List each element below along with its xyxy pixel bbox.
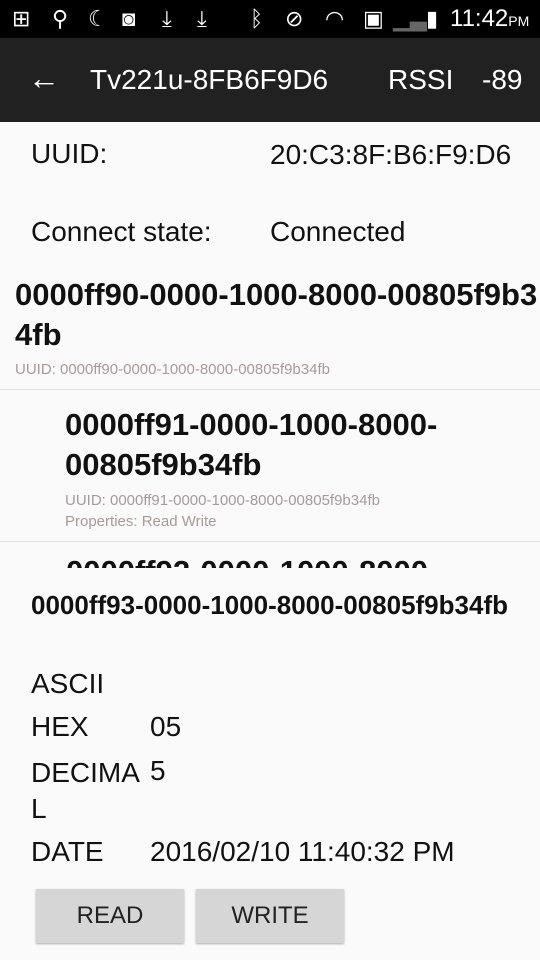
- clock: 11:42PM: [450, 5, 530, 32]
- bluetooth-icon: ᛒ: [250, 6, 264, 31]
- rssi-value: -89: [482, 64, 523, 95]
- connect-state-label: Connect state:: [31, 216, 212, 247]
- service-title: 0000ff90-0000-1000-8000-00805f9b34fb: [15, 277, 538, 352]
- decimal-value: 5: [150, 755, 166, 786]
- characteristic-uuid: UUID: 0000ff91-0000-1000-8000-00805f9b34…: [65, 492, 380, 509]
- toolbar: ← Tv221u-8FB6F9D6 RSSI -89: [0, 38, 540, 122]
- connect-state-value: Connected: [270, 216, 406, 247]
- decimal-label: DECIMAL: [31, 757, 140, 824]
- write-button[interactable]: WRITE: [196, 889, 344, 943]
- moon-icon: ☾: [88, 6, 108, 31]
- download-icon: ⤓: [197, 6, 207, 31]
- sim-icon: ▣: [363, 6, 384, 31]
- wifi-icon: ◠: [325, 6, 345, 31]
- battery-icon: ▮: [426, 6, 439, 31]
- characteristic-title: 0000ff92-0000-1000-8000: [66, 556, 536, 568]
- characteristic-title: 0000ff91-0000-1000-8000-00805f9b34fb: [65, 407, 438, 482]
- camera-icon: ◙: [122, 6, 136, 31]
- detail-title: 0000ff93-0000-1000-8000-00805f9b34fb: [31, 590, 508, 620]
- characteristic-properties: Properties: Read Write: [65, 513, 217, 530]
- mute-icon: ⊘: [285, 6, 304, 31]
- download-icon: ⤓: [162, 6, 172, 31]
- divider: [0, 389, 540, 390]
- date-value: 2016/02/10 11:40:32 PM: [150, 836, 455, 867]
- divider: [0, 541, 540, 542]
- read-button[interactable]: READ: [36, 889, 184, 943]
- rssi-label: RSSI: [388, 64, 454, 95]
- characteristic-item[interactable]: 0000ff92-0000-1000-8000: [66, 556, 536, 568]
- back-arrow-icon[interactable]: ←: [28, 60, 60, 97]
- signal-icon: ▁▃: [393, 6, 427, 31]
- hex-value: 05: [150, 711, 182, 742]
- search-icon: ⚲: [52, 6, 69, 31]
- status-bar: ⊞ ⚲ ☾ ◙ ⤓ ⤓ ᛒ ⊘ ◠ ▣ ▁▃ ▮ 11:42PM: [0, 0, 540, 38]
- date-label: DATE: [31, 836, 104, 867]
- ascii-label: ASCII: [31, 668, 105, 699]
- uuid-value: 20:C3:8F:B6:F9:D6: [270, 139, 512, 170]
- add-icon: ⊞: [12, 6, 31, 31]
- uuid-label: UUID:: [31, 138, 108, 169]
- device-title: Tv221u-8FB6F9D6: [90, 64, 329, 95]
- hex-label: HEX: [31, 711, 89, 742]
- service-uuid: UUID: 0000ff90-0000-1000-8000-00805f9b34…: [15, 361, 330, 378]
